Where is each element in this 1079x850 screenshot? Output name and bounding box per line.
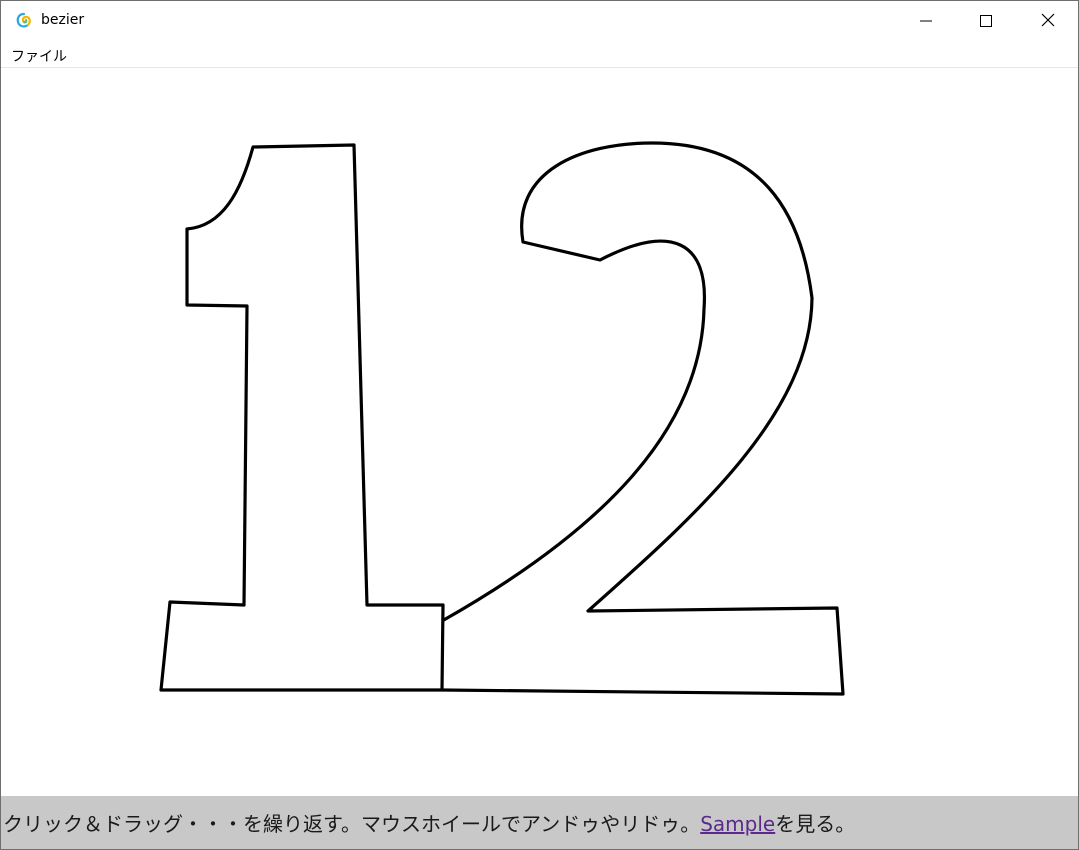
status-suffix: を見る。 xyxy=(775,812,856,836)
status-bar: クリック＆ドラッグ・・・を繰り返す。マウスホイールでアンドゥやリドゥ。Sampl… xyxy=(1,796,1078,849)
digit-one-outline xyxy=(159,143,445,692)
drawing-canvas[interactable] xyxy=(1,68,1078,795)
status-instructions: クリック＆ドラッグ・・・を繰り返す。マウスホイールでアンドゥやリドゥ。 xyxy=(3,812,701,836)
sample-link[interactable]: Sample xyxy=(700,812,775,836)
status-message: クリック＆ドラッグ・・・を繰り返す。マウスホイールでアンドゥやリドゥ。Sampl… xyxy=(3,808,855,837)
bezier-drawing xyxy=(159,141,845,696)
digit-two-outline xyxy=(441,141,845,696)
app-window: bezier ファイル クリック＆ドラッグ・・・を繰り返す。マウスホイールでアン… xyxy=(0,0,1079,850)
